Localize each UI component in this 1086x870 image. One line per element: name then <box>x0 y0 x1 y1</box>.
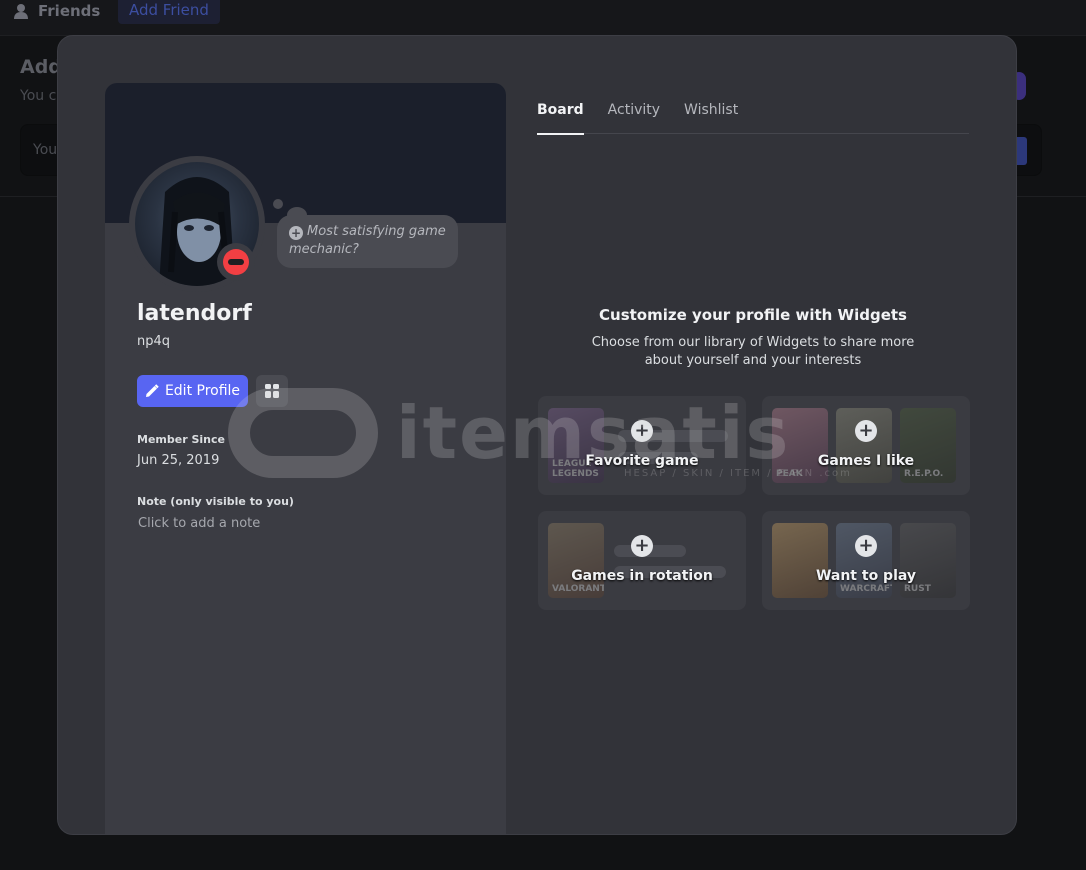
status-indicator <box>217 243 255 281</box>
nav-friends-label: Friends <box>38 2 101 20</box>
bubble-text: Most satisfying game mechanic? <box>289 224 446 257</box>
tab-wishlist[interactable]: Wishlist <box>684 98 738 134</box>
display-name: latendorf <box>137 301 252 326</box>
game-thumbnail: R.E.P.O. <box>900 408 956 483</box>
widget-favorite-game[interactable]: LEAGUE LEGENDS + Favorite game <box>538 396 746 495</box>
profile-card: + Most satisfying game mechanic? latendor… <box>105 83 506 834</box>
tab-board[interactable]: Board <box>537 98 584 135</box>
profile-tabs: Board Activity Wishlist <box>537 98 969 135</box>
game-thumbnail: VALORANT <box>548 523 604 598</box>
background-header: Friends Add Friend <box>0 0 1086 36</box>
member-since-value: Jun 25, 2019 <box>137 453 220 468</box>
widget-label: Want to play <box>815 568 917 584</box>
tab-activity[interactable]: Activity <box>608 98 660 134</box>
add-icon: + <box>631 420 653 442</box>
game-thumbnail: RUST <box>900 523 956 598</box>
widget-label: Games in rotation <box>571 568 713 584</box>
watermark-subtext: HESAP / SKIN / ITEM / E-PIN .com <box>624 468 852 479</box>
bg-page-title: Add <box>20 56 62 78</box>
widget-games-in-rotation[interactable]: VALORANT + Games in rotation <box>538 511 746 610</box>
game-thumbnail <box>772 523 828 598</box>
friends-icon <box>14 4 28 19</box>
add-icon: + <box>855 420 877 442</box>
profile-modal: + Most satisfying game mechanic? latendor… <box>57 35 1017 835</box>
add-icon: + <box>631 535 653 557</box>
add-friend-input-placeholder: You <box>33 142 58 158</box>
edit-profile-button[interactable]: Edit Profile <box>137 375 248 407</box>
widgets-title: Customize your profile with Widgets <box>599 306 907 324</box>
widget-want-to-play[interactable]: WARCRAFT RUST + Want to play <box>762 511 970 610</box>
widget-label: Favorite game <box>585 453 699 469</box>
edit-profile-label: Edit Profile <box>164 383 241 399</box>
widgets-button[interactable] <box>256 375 288 407</box>
game-thumbnail: LEAGUE LEGENDS <box>548 408 604 483</box>
nav-add-friend[interactable]: Add Friend <box>118 0 220 24</box>
bg-page-subtitle: You c <box>20 88 57 104</box>
custom-status-bubble[interactable]: + Most satisfying game mechanic? <box>277 215 458 268</box>
thought-bubble-dot <box>273 199 283 209</box>
add-icon: + <box>289 226 303 240</box>
note-label: Note (only visible to you) <box>137 495 294 508</box>
widgets-icon <box>265 384 279 398</box>
username-tag: np4q <box>137 334 171 349</box>
widget-games-i-like[interactable]: PEAK R.E.P.O. + Games I like <box>762 396 970 495</box>
add-icon: + <box>855 535 877 557</box>
widgets-description: Choose from our library of Widgets to sh… <box>591 335 915 368</box>
member-since-label: Member Since <box>137 433 225 446</box>
pencil-icon <box>145 384 159 397</box>
nav-friends[interactable]: Friends <box>14 2 100 20</box>
dnd-status-icon <box>223 249 249 275</box>
note-input[interactable]: Click to add a note <box>138 516 260 531</box>
widget-label: Games I like <box>817 453 915 469</box>
